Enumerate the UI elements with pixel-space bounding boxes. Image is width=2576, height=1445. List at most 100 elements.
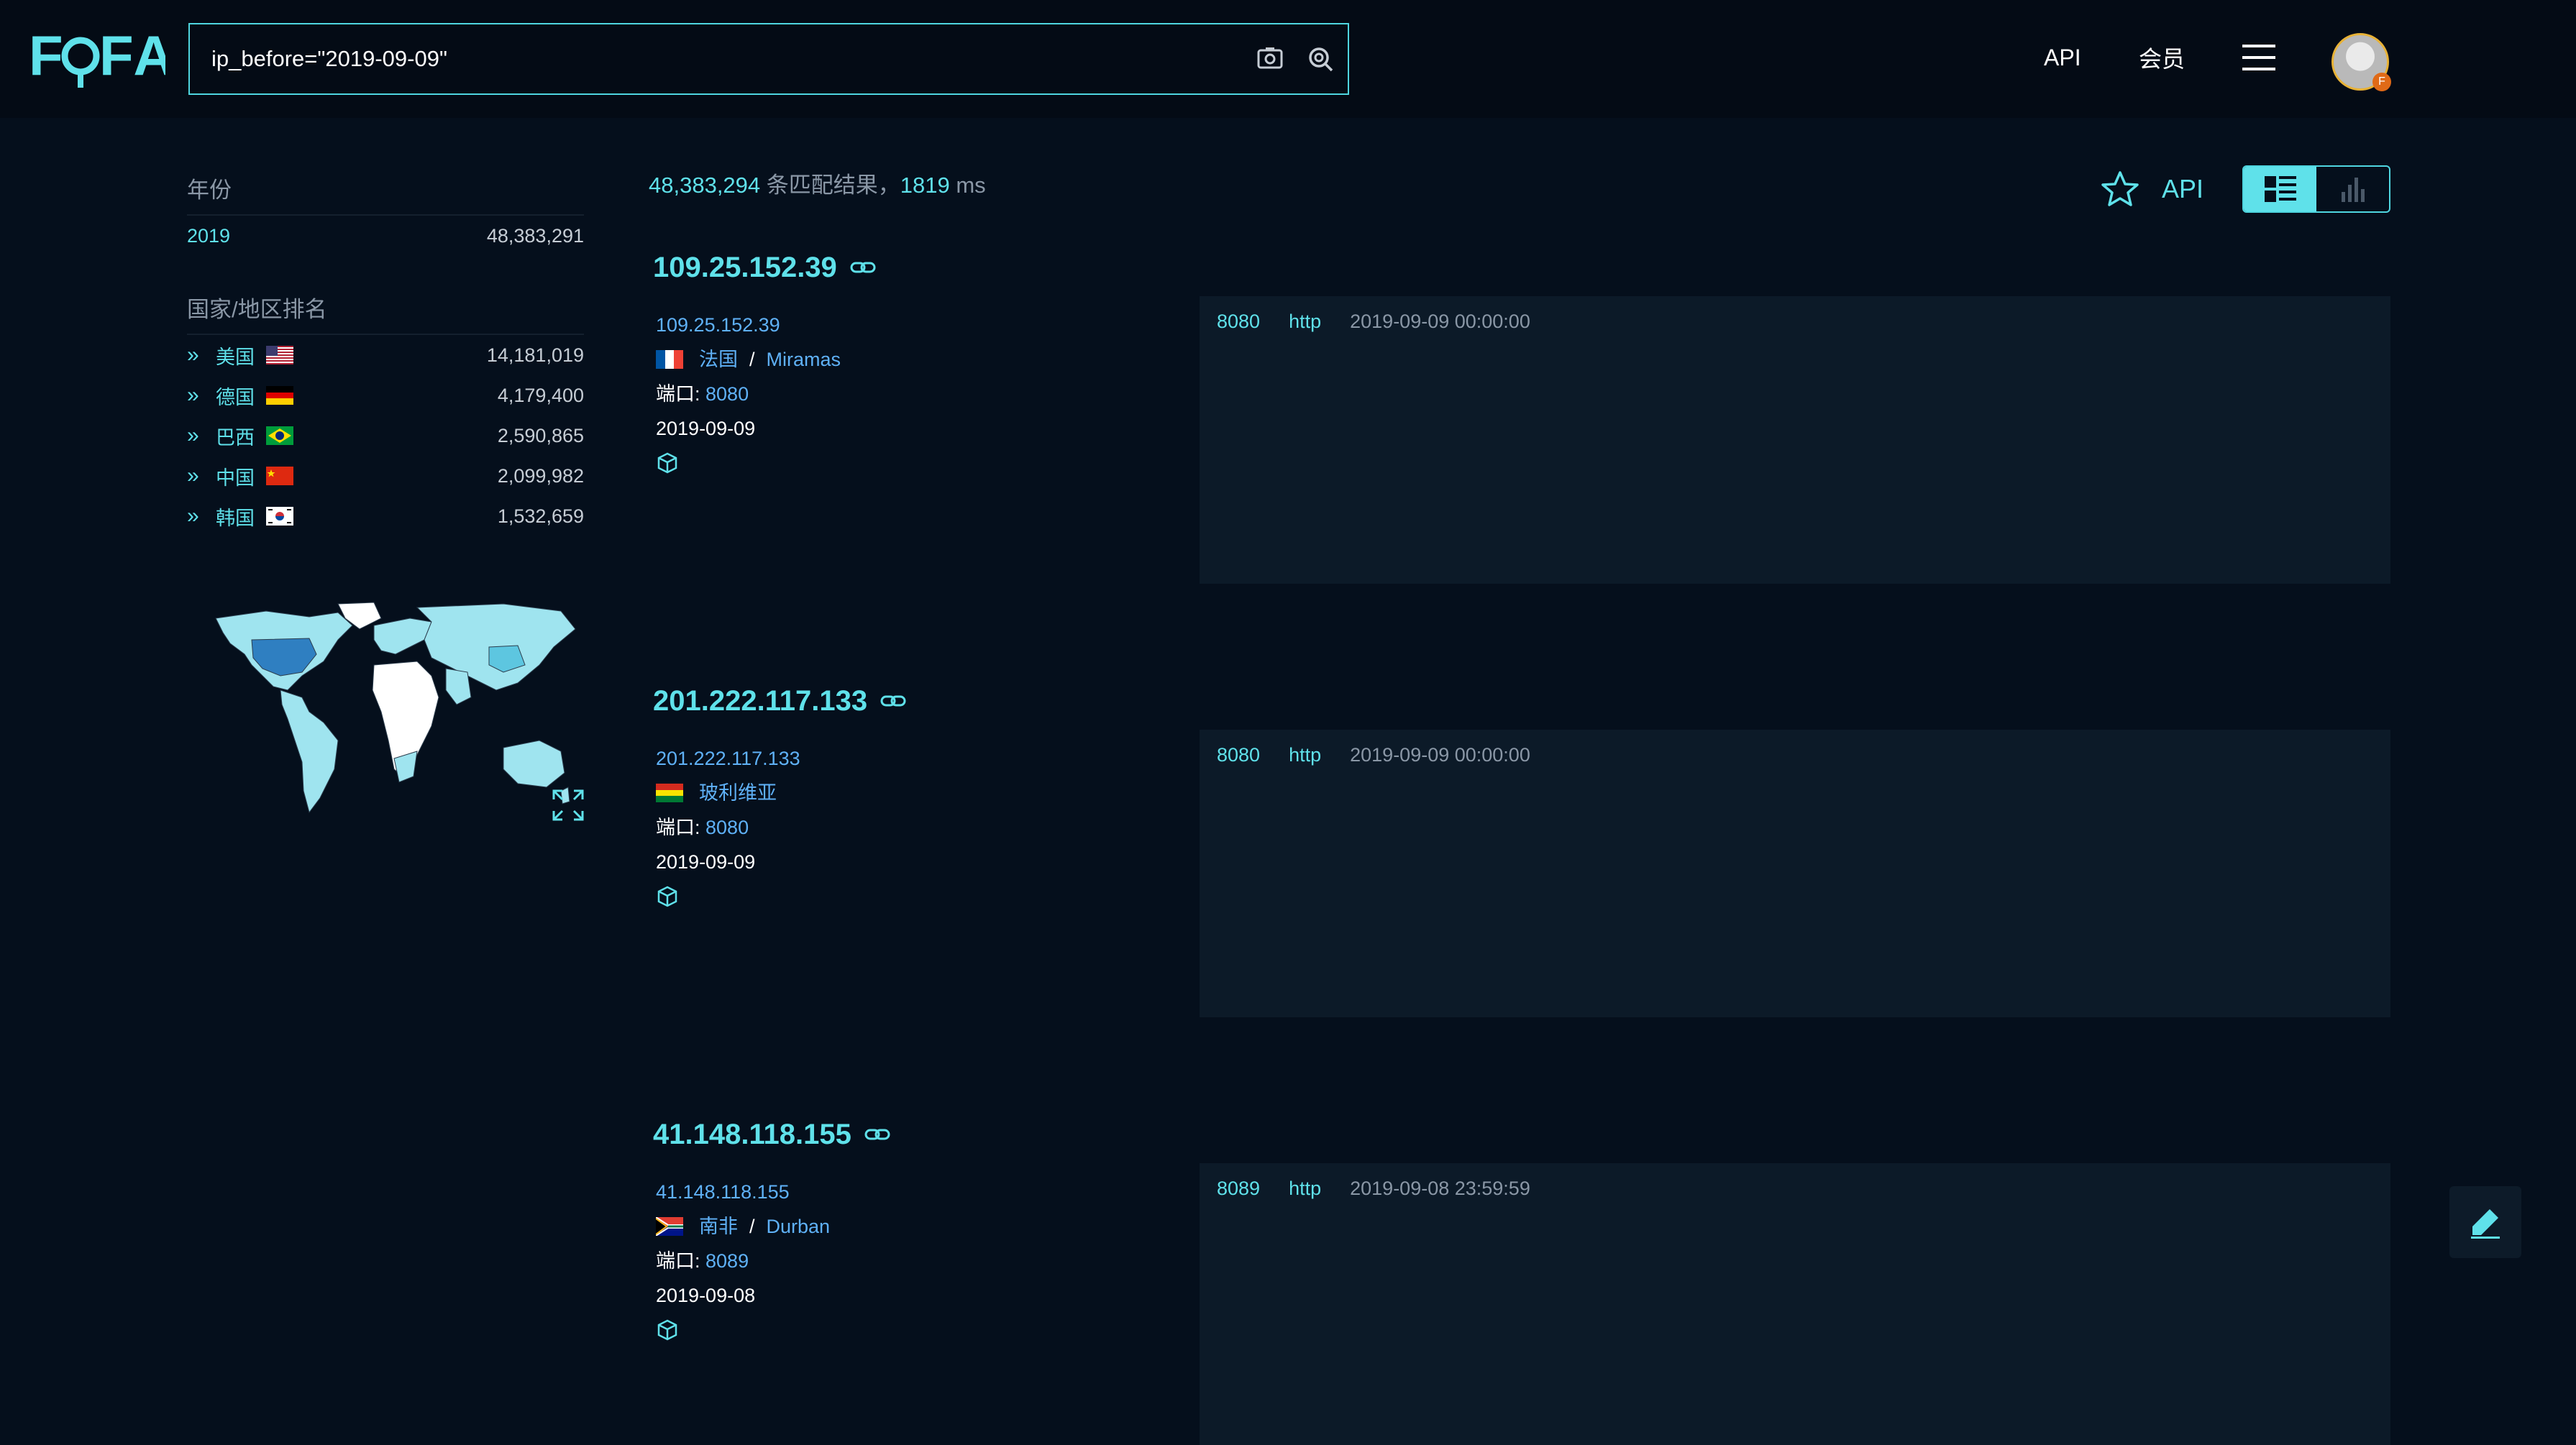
banner-header: 8080 http 2019-09-09 00:00:00 — [1217, 744, 1530, 766]
country-item-de[interactable]: » 德国 4,179,400 — [187, 375, 584, 416]
result-country[interactable]: 法国 — [699, 342, 738, 377]
nav-member-link[interactable]: 会员 — [2139, 36, 2185, 79]
chevron-right-icon: » — [187, 383, 199, 407]
result-port-row: 端口: 8089 — [656, 1244, 830, 1278]
result-date: 2019-09-08 — [656, 1285, 756, 1306]
search-input[interactable] — [190, 46, 1247, 72]
link-icon[interactable] — [864, 1127, 890, 1142]
result-label: 条匹配结果， — [760, 173, 900, 198]
result-ip-link[interactable]: 201.222.117.133 — [656, 741, 800, 776]
fr-flag-icon — [656, 350, 683, 369]
result-ip[interactable]: 109.25.152.39 — [653, 252, 837, 284]
link-icon[interactable] — [850, 260, 876, 275]
country-name: 中国 — [216, 467, 255, 489]
country-count: 14,181,019 — [486, 344, 584, 366]
result-ip-link[interactable]: 41.148.118.155 — [656, 1175, 830, 1209]
result-ip[interactable]: 201.222.117.133 — [653, 685, 867, 717]
result-city[interactable]: Durban — [767, 1209, 831, 1244]
country-item-br[interactable]: » 巴西 2,590,865 — [187, 416, 584, 456]
result-country[interactable]: 玻利维亚 — [699, 776, 777, 810]
chart-view-button[interactable] — [2316, 167, 2389, 211]
year-section-title: 年份 — [187, 165, 584, 216]
result-location: 玻利维亚 — [656, 776, 800, 810]
location-separator: / — [749, 349, 755, 370]
port-label: 端口: — [656, 817, 706, 838]
expand-map-icon[interactable] — [551, 788, 585, 822]
list-view-icon — [2264, 176, 2296, 202]
country-name: 巴西 — [216, 426, 255, 449]
country-item-cn[interactable]: » 中国 2,099,982 — [187, 456, 584, 496]
svg-text:FA: FA — [99, 24, 165, 87]
us-flag-icon — [266, 346, 293, 364]
country-count: 4,179,400 — [497, 384, 584, 406]
banner-time: 2019-09-08 23:59:59 — [1350, 1178, 1530, 1199]
banner-protocol[interactable]: http — [1289, 1178, 1321, 1200]
result-location: 法国 / Miramas — [656, 342, 841, 377]
result-port-row: 端口: 8080 — [656, 810, 800, 845]
country-name: 德国 — [216, 386, 255, 408]
image-search-icon[interactable] — [1247, 36, 1293, 82]
top-header: F FA API 会员 — [0, 0, 2576, 118]
view-toggle — [2242, 165, 2390, 213]
banner-panel: 8089 http 2019-09-08 23:59:59 — [1200, 1163, 2390, 1445]
banner-port[interactable]: 8080 — [1217, 311, 1260, 333]
result-port[interactable]: 8089 — [705, 1250, 749, 1272]
banner-time: 2019-09-09 00:00:00 — [1350, 744, 1530, 766]
result-card: 109.25.152.39 109.25.152.39 法国 / Miramas… — [653, 246, 2390, 584]
port-label: 端口: — [656, 1250, 706, 1272]
year-filter-item[interactable]: 2019 48,383,291 — [187, 216, 584, 256]
cn-flag-icon — [266, 467, 293, 485]
chevron-right-icon: » — [187, 504, 199, 528]
result-country[interactable]: 南非 — [699, 1209, 738, 1244]
nav-api-link[interactable]: API — [2044, 36, 2081, 79]
bar-chart-icon — [2341, 178, 2365, 202]
result-date: 2019-09-09 — [656, 418, 756, 439]
banner-protocol[interactable]: http — [1289, 311, 1321, 333]
fcoin-badge-icon: F — [2372, 73, 2391, 91]
results-summary: 48,383,294 条匹配结果，1819 ms — [649, 167, 986, 199]
result-meta: 41.148.118.155 南非 / Durban 端口: 8089 2019… — [656, 1175, 830, 1347]
link-icon[interactable] — [880, 694, 906, 708]
search-box — [188, 23, 1349, 95]
country-item-us[interactable]: » 美国 14,181,019 — [187, 335, 584, 375]
country-section-title: 国家/地区排名 — [187, 285, 584, 335]
country-item-kr[interactable]: » 韩国 1,532,659 — [187, 496, 584, 536]
toolbar-api-link[interactable]: API — [2162, 174, 2203, 204]
result-city[interactable]: Miramas — [767, 342, 841, 377]
banner-port[interactable]: 8089 — [1217, 1178, 1260, 1200]
list-view-button[interactable] — [2244, 167, 2316, 211]
banner-port[interactable]: 8080 — [1217, 744, 1260, 766]
result-ip[interactable]: 41.148.118.155 — [653, 1119, 851, 1151]
banner-time: 2019-09-09 00:00:00 — [1350, 311, 1530, 332]
cube-icon[interactable] — [656, 446, 841, 480]
year-count: 48,383,291 — [486, 224, 584, 247]
edit-button[interactable] — [2449, 1186, 2521, 1258]
result-location: 南非 / Durban — [656, 1209, 830, 1244]
result-port[interactable]: 8080 — [705, 383, 749, 405]
favorite-star-icon[interactable] — [2100, 169, 2140, 209]
kr-flag-icon — [266, 507, 293, 526]
user-avatar[interactable]: F — [2331, 33, 2391, 91]
filter-sidebar: 年份 2019 48,383,291 国家/地区排名 » 美国 14,181,0… — [187, 165, 584, 536]
search-icon[interactable] — [1297, 36, 1343, 82]
za-flag-icon — [656, 1217, 683, 1236]
banner-header: 8089 http 2019-09-08 23:59:59 — [1217, 1178, 1530, 1200]
result-port[interactable]: 8080 — [705, 817, 749, 838]
result-date: 2019-09-09 — [656, 851, 756, 873]
menu-icon[interactable] — [2242, 36, 2275, 79]
cube-icon[interactable] — [656, 879, 800, 914]
result-card: 41.148.118.155 41.148.118.155 南非 / Durba… — [653, 1113, 2390, 1445]
location-separator: / — [749, 1216, 755, 1237]
world-map[interactable] — [201, 597, 583, 834]
cube-icon[interactable] — [656, 1313, 830, 1347]
result-port-row: 端口: 8080 — [656, 377, 841, 411]
country-count: 2,099,982 — [497, 464, 584, 487]
fofa-logo[interactable]: F FA — [29, 24, 165, 89]
banner-header: 8080 http 2019-09-09 00:00:00 — [1217, 311, 1530, 333]
query-time-unit: ms — [949, 173, 986, 198]
result-ip-link[interactable]: 109.25.152.39 — [656, 308, 841, 342]
banner-protocol[interactable]: http — [1289, 744, 1321, 766]
fofa-logo-mark: F FA — [29, 24, 165, 88]
query-time: 1819 — [900, 173, 950, 198]
port-label: 端口: — [656, 383, 706, 405]
